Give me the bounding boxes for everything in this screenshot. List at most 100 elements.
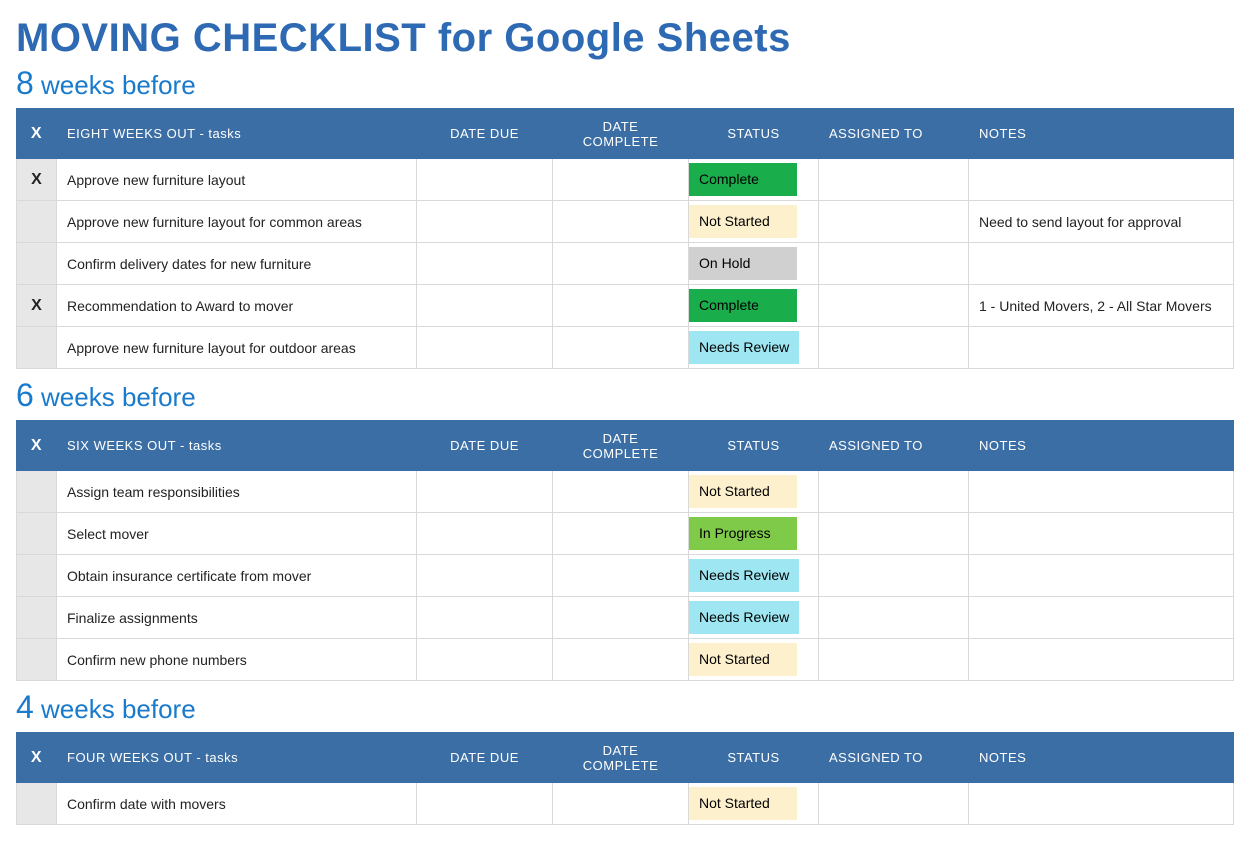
cell-date-complete[interactable] <box>553 285 689 327</box>
cell-notes[interactable] <box>969 159 1234 201</box>
cell-date-complete[interactable] <box>553 471 689 513</box>
header-tasks: EIGHT WEEKS OUT - tasks <box>57 109 417 159</box>
cell-status[interactable]: Not Started <box>689 201 819 243</box>
cell-notes[interactable] <box>969 597 1234 639</box>
cell-date-due[interactable] <box>417 243 553 285</box>
table-row: XRecommendation to Award to mover Complet… <box>17 285 1234 327</box>
cell-date-due[interactable] <box>417 201 553 243</box>
cell-assigned[interactable] <box>819 201 969 243</box>
cell-date-due[interactable] <box>417 327 553 369</box>
table-row: Approve new furniture layout for common … <box>17 201 1234 243</box>
cell-assigned[interactable] <box>819 783 969 825</box>
cell-date-due[interactable] <box>417 285 553 327</box>
header-date-complete: DATE COMPLETE <box>553 733 689 783</box>
cell-date-complete[interactable] <box>553 327 689 369</box>
cell-status[interactable]: In Progress <box>689 513 819 555</box>
cell-notes[interactable] <box>969 783 1234 825</box>
cell-notes[interactable] <box>969 327 1234 369</box>
cell-assigned[interactable] <box>819 597 969 639</box>
status-badge: Complete <box>689 289 797 322</box>
header-status: STATUS <box>689 733 819 783</box>
cell-assigned[interactable] <box>819 327 969 369</box>
cell-status[interactable]: Complete <box>689 159 819 201</box>
cell-assigned[interactable] <box>819 159 969 201</box>
cell-date-due[interactable] <box>417 513 553 555</box>
header-date-complete: DATE COMPLETE <box>553 421 689 471</box>
cell-status[interactable]: Complete <box>689 285 819 327</box>
cell-date-complete[interactable] <box>553 597 689 639</box>
header-notes: NOTES <box>969 109 1234 159</box>
cell-check[interactable] <box>17 597 57 639</box>
cell-task[interactable]: Confirm delivery dates for new furniture <box>57 243 417 285</box>
cell-check[interactable]: X <box>17 159 57 201</box>
cell-assigned[interactable] <box>819 639 969 681</box>
cell-assigned[interactable] <box>819 471 969 513</box>
cell-check[interactable] <box>17 513 57 555</box>
cell-task[interactable]: Approve new furniture layout for outdoor… <box>57 327 417 369</box>
cell-date-due[interactable] <box>417 597 553 639</box>
cell-notes[interactable] <box>969 513 1234 555</box>
cell-notes[interactable] <box>969 639 1234 681</box>
cell-assigned[interactable] <box>819 513 969 555</box>
cell-assigned[interactable] <box>819 285 969 327</box>
cell-notes[interactable] <box>969 243 1234 285</box>
cell-date-due[interactable] <box>417 783 553 825</box>
cell-check[interactable] <box>17 201 57 243</box>
header-assigned: ASSIGNED TO <box>819 733 969 783</box>
table-row: Select mover In Progress <box>17 513 1234 555</box>
header-x: X <box>17 733 57 783</box>
cell-check[interactable] <box>17 471 57 513</box>
cell-status[interactable]: Not Started <box>689 783 819 825</box>
cell-check[interactable] <box>17 639 57 681</box>
cell-task[interactable]: Confirm new phone numbers <box>57 639 417 681</box>
cell-date-due[interactable] <box>417 159 553 201</box>
cell-status[interactable]: Needs Review <box>689 555 819 597</box>
cell-date-complete[interactable] <box>553 159 689 201</box>
cell-date-complete[interactable] <box>553 639 689 681</box>
status-badge: Not Started <box>689 643 797 676</box>
cell-status[interactable]: Not Started <box>689 639 819 681</box>
cell-notes[interactable] <box>969 471 1234 513</box>
cell-assigned[interactable] <box>819 555 969 597</box>
cell-check[interactable] <box>17 555 57 597</box>
header-tasks: SIX WEEKS OUT - tasks <box>57 421 417 471</box>
cell-check[interactable] <box>17 243 57 285</box>
table-row: Confirm date with movers Not Started <box>17 783 1234 825</box>
cell-date-complete[interactable] <box>553 201 689 243</box>
cell-task[interactable]: Recommendation to Award to mover <box>57 285 417 327</box>
table-row: Confirm delivery dates for new furniture… <box>17 243 1234 285</box>
cell-date-complete[interactable] <box>553 555 689 597</box>
cell-status[interactable]: Needs Review <box>689 597 819 639</box>
cell-status[interactable]: On Hold <box>689 243 819 285</box>
cell-task[interactable]: Approve new furniture layout for common … <box>57 201 417 243</box>
cell-task[interactable]: Assign team responsibilities <box>57 471 417 513</box>
status-badge: Not Started <box>689 205 797 238</box>
cell-check[interactable]: X <box>17 285 57 327</box>
cell-notes[interactable]: Need to send layout for approval <box>969 201 1234 243</box>
cell-date-complete[interactable] <box>553 783 689 825</box>
cell-notes[interactable]: 1 - United Movers, 2 - All Star Movers <box>969 285 1234 327</box>
cell-status[interactable]: Needs Review <box>689 327 819 369</box>
cell-task[interactable]: Finalize assignments <box>57 597 417 639</box>
cell-notes[interactable] <box>969 555 1234 597</box>
status-badge: Needs Review <box>689 559 799 592</box>
cell-check[interactable] <box>17 783 57 825</box>
cell-date-complete[interactable] <box>553 513 689 555</box>
cell-date-due[interactable] <box>417 639 553 681</box>
cell-assigned[interactable] <box>819 243 969 285</box>
cell-status[interactable]: Not Started <box>689 471 819 513</box>
cell-task[interactable]: Approve new furniture layout <box>57 159 417 201</box>
cell-date-due[interactable] <box>417 555 553 597</box>
section-title: 4 weeks before <box>16 689 1240 726</box>
cell-task[interactable]: Select mover <box>57 513 417 555</box>
cell-date-due[interactable] <box>417 471 553 513</box>
cell-task[interactable]: Confirm date with movers <box>57 783 417 825</box>
section-title-text: weeks before <box>34 694 196 724</box>
cell-task[interactable]: Obtain insurance certificate from mover <box>57 555 417 597</box>
section-title-text: weeks before <box>34 70 196 100</box>
cell-date-complete[interactable] <box>553 243 689 285</box>
header-tasks: FOUR WEEKS OUT - tasks <box>57 733 417 783</box>
cell-check[interactable] <box>17 327 57 369</box>
header-notes: NOTES <box>969 733 1234 783</box>
checklist-table: XFOUR WEEKS OUT - tasksDATE DUEDATE COMP… <box>16 732 1234 825</box>
